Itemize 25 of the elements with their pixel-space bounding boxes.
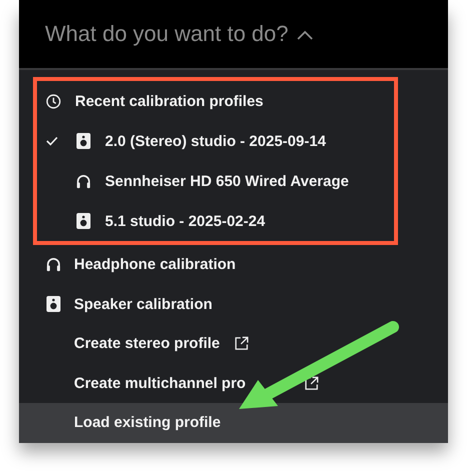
clock-icon — [46, 94, 61, 108]
speaker-icon — [76, 133, 91, 149]
item-label: 2.0 (Stereo) studio - 2025-09-14 — [105, 132, 326, 150]
headphones-icon — [76, 174, 91, 188]
item-label: Load existing profile — [74, 414, 221, 432]
item-label: 5.1 studio - 2025-02-24 — [105, 212, 266, 230]
item-label: Speaker calibration — [74, 296, 212, 313]
menu-item[interactable]: Headphone calibration — [19, 245, 448, 284]
item-label: Sennheiser HD 650 Wired Average — [105, 172, 349, 190]
speaker-icon — [76, 213, 91, 229]
profile-item[interactable]: 5.1 studio - 2025-02-24 — [37, 201, 394, 241]
profile-item[interactable]: Sennheiser HD 650 Wired Average — [37, 161, 394, 201]
menu-title: What do you want to do? — [45, 21, 288, 47]
menu-item[interactable]: Load existing profile — [19, 403, 448, 442]
profile-item[interactable]: 2.0 (Stereo) studio - 2025-09-14 — [37, 121, 394, 161]
section-heading: Recent calibration profiles — [75, 92, 264, 110]
headphones-icon — [46, 257, 61, 272]
speaker-icon — [46, 296, 61, 312]
menu-item[interactable]: Create multichannel pro — [19, 364, 448, 403]
item-label: Headphone calibration — [74, 256, 236, 274]
menu-item[interactable]: Create stereo profile — [19, 324, 448, 364]
chevron-icon[interactable] — [296, 29, 314, 41]
item-label: Create multichannel pro — [74, 374, 246, 392]
item-label: Create stereo profile — [74, 335, 220, 352]
menu-item[interactable]: Speaker calibration — [19, 284, 448, 324]
